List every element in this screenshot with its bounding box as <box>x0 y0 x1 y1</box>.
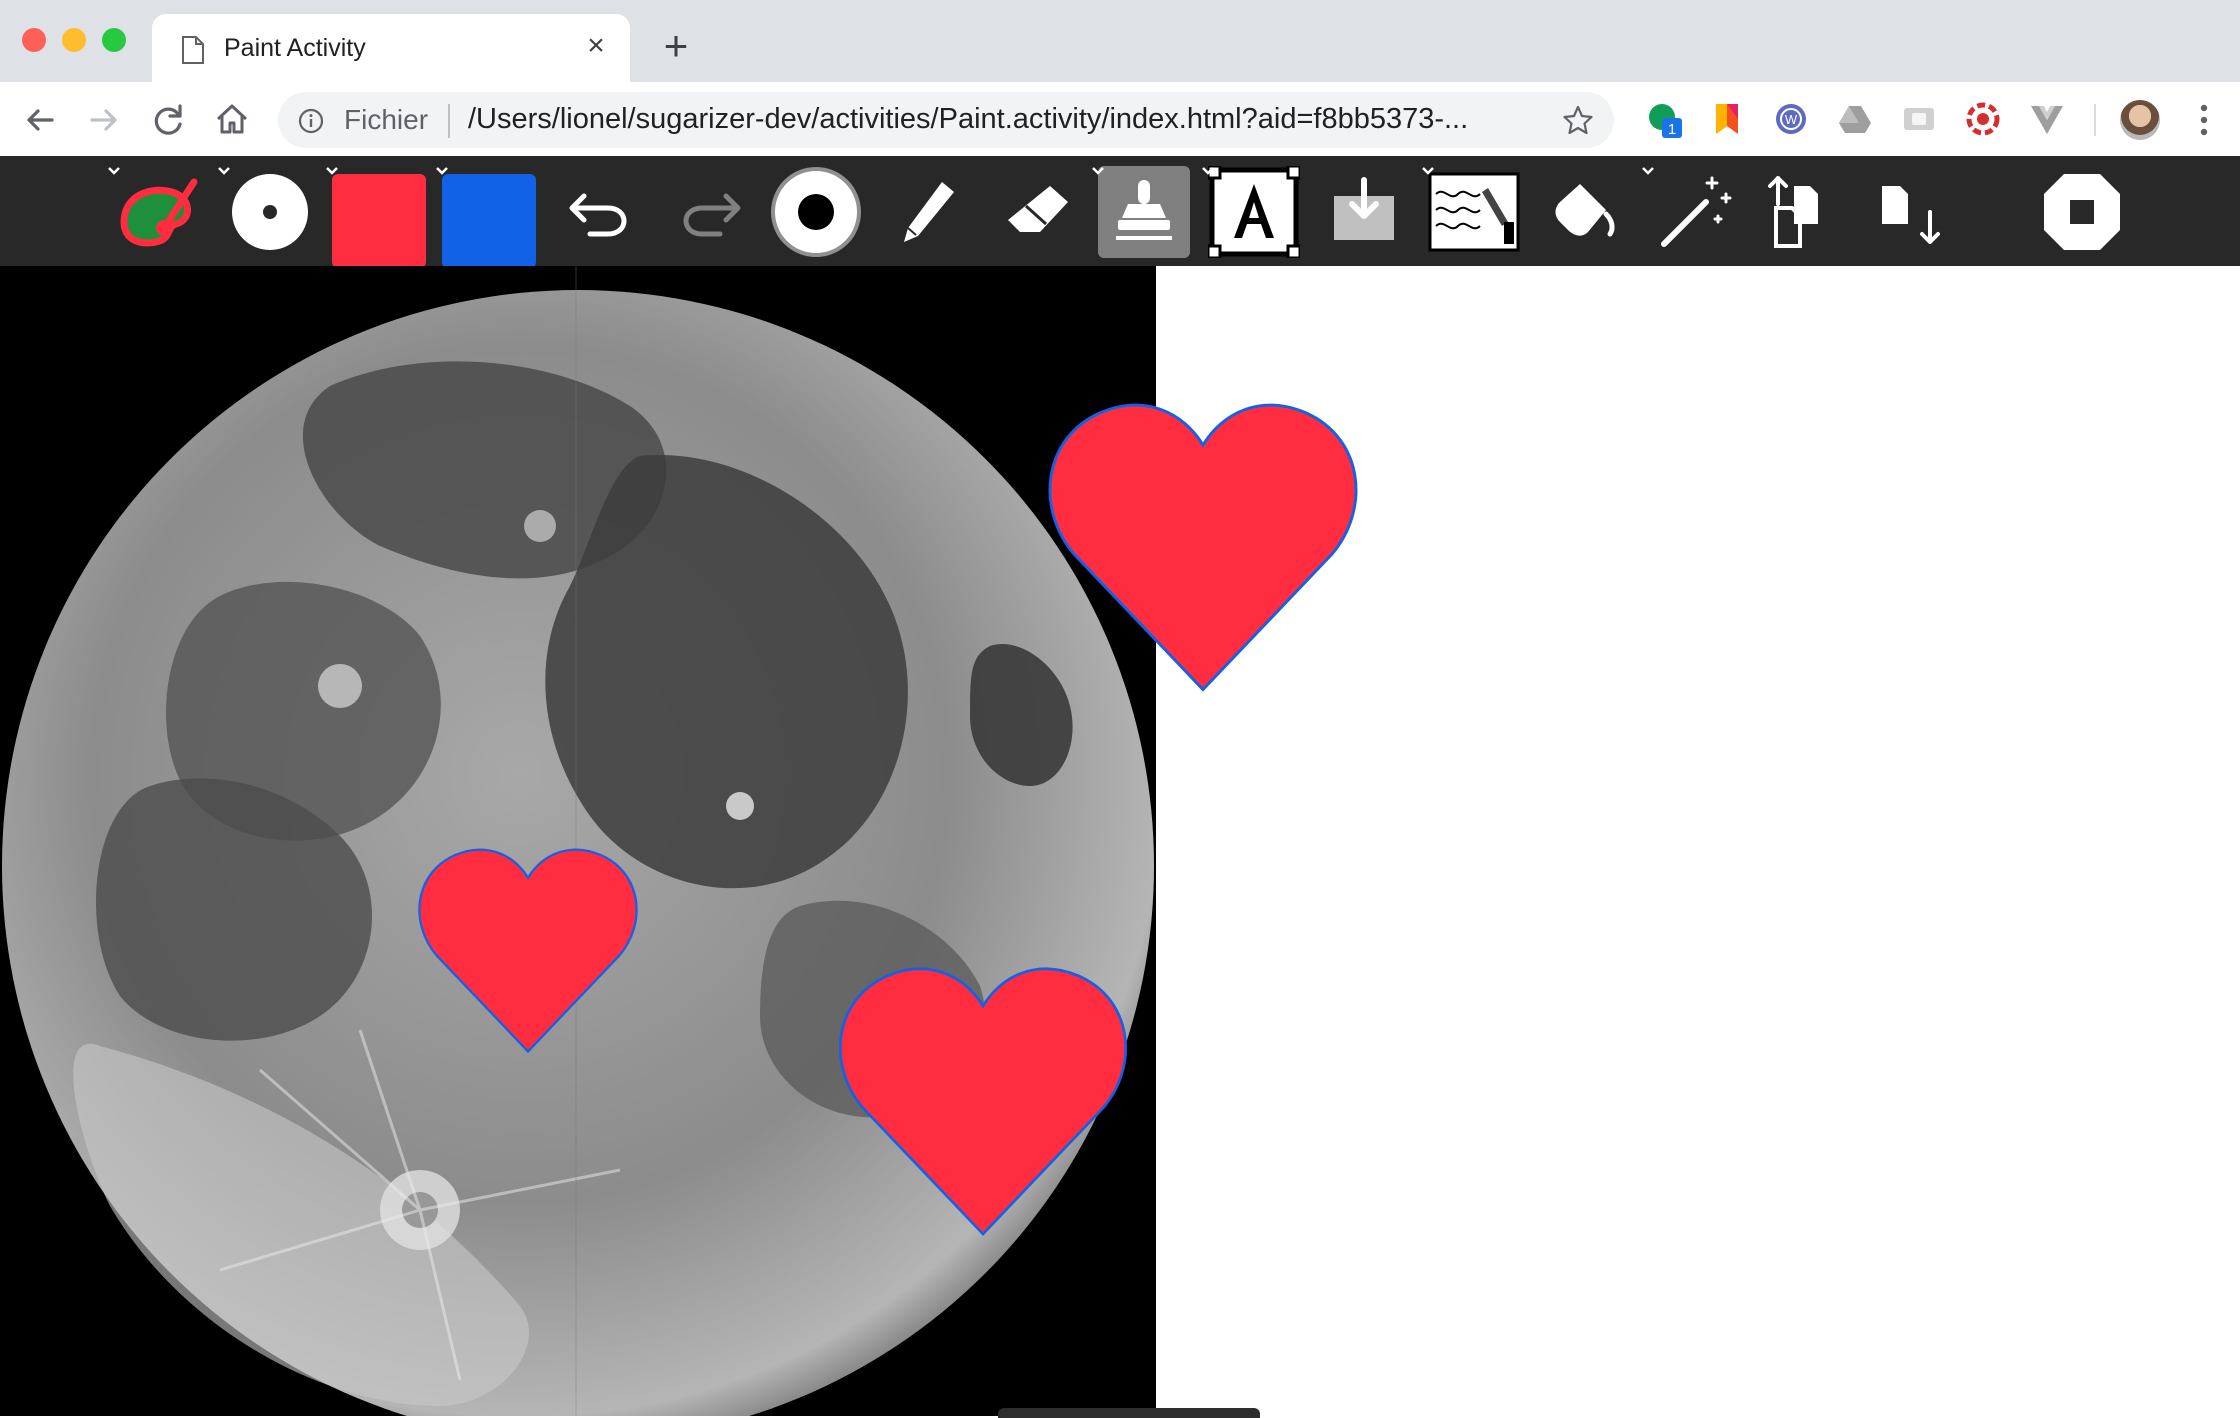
paste-icon <box>1882 186 1940 244</box>
fill-color-button[interactable] <box>326 166 426 268</box>
insert-image-button[interactable] <box>1318 166 1410 258</box>
filters-button[interactable] <box>1422 166 1520 258</box>
effects-icon <box>1661 176 1732 247</box>
new-tab-button[interactable]: + <box>656 25 696 67</box>
chevron-down-icon <box>1422 167 1434 175</box>
stop-button[interactable] <box>2036 166 2128 258</box>
heart-stamp[interactable] <box>1040 400 1366 696</box>
url-text[interactable]: /Users/lionel/sugarizer-dev/activities/P… <box>468 103 1468 136</box>
profile-avatar[interactable] <box>2120 100 2160 140</box>
copy-button[interactable] <box>1758 166 1850 258</box>
brush-size-button[interactable] <box>218 166 316 258</box>
back-icon[interactable] <box>18 98 62 142</box>
chevron-down-icon <box>108 167 120 175</box>
redo-icon <box>683 193 741 237</box>
hangouts-icon[interactable]: 1 <box>1644 100 1682 138</box>
home-icon[interactable] <box>210 98 254 142</box>
lastpass-icon[interactable] <box>1964 100 2002 138</box>
eraser-icon <box>1008 186 1068 232</box>
browser-tab[interactable]: Paint Activity × <box>152 14 630 82</box>
moon-image <box>0 266 1156 1416</box>
close-window-button[interactable] <box>22 28 46 52</box>
close-tab-icon[interactable]: × <box>580 30 612 62</box>
chevron-down-icon <box>1202 167 1214 175</box>
omnibox-divider <box>448 104 450 138</box>
bucket-button[interactable] <box>1538 166 1630 258</box>
activity-button[interactable] <box>108 166 206 258</box>
pen-button[interactable] <box>882 166 974 258</box>
document-icon <box>182 36 204 64</box>
bucket-icon <box>1555 184 1615 237</box>
chevron-down-icon <box>218 167 230 175</box>
copy-icon <box>1768 176 1818 248</box>
browser-navbar: Fichier /Users/lionel/sugarizer-dev/acti… <box>0 82 2240 157</box>
browser-titlebar: Paint Activity × + <box>0 0 2240 82</box>
undo-button[interactable] <box>554 166 646 258</box>
maximize-window-button[interactable] <box>102 28 126 52</box>
redo-button[interactable] <box>664 166 756 258</box>
heart-stamp[interactable] <box>412 846 644 1056</box>
text-button[interactable] <box>1202 166 1300 258</box>
text-icon <box>1208 166 1300 258</box>
chevron-down-icon <box>1642 167 1654 175</box>
eraser-button[interactable] <box>992 166 1084 258</box>
drive-icon[interactable] <box>1836 100 1874 138</box>
heart-stamp[interactable] <box>832 964 1134 1240</box>
toolbar-divider <box>2094 104 2096 136</box>
bookmark-star-icon[interactable] <box>1562 104 1594 136</box>
vue-devtools-icon[interactable] <box>2028 100 2066 138</box>
stamp-icon <box>1116 180 1172 240</box>
brush-size-icon <box>232 174 308 250</box>
undo-icon <box>569 193 627 237</box>
web-extension-icon[interactable]: W <box>1772 100 1810 138</box>
paste-button[interactable] <box>1868 166 1960 258</box>
cast-icon[interactable] <box>1900 100 1938 138</box>
stroke-color-button[interactable] <box>436 166 536 268</box>
activity-icon <box>120 178 198 247</box>
size-icon <box>771 167 861 257</box>
scheme-label: Fichier <box>344 104 429 135</box>
fill-color-swatch <box>332 174 426 268</box>
stamp-button[interactable] <box>1092 166 1190 258</box>
activity-toolbar <box>0 156 2240 268</box>
size-button[interactable] <box>770 166 862 258</box>
tab-title: Paint Activity <box>224 34 366 62</box>
chevron-down-icon <box>436 167 448 175</box>
effects-button[interactable] <box>1642 166 1740 258</box>
drawing-canvas[interactable] <box>0 266 2240 1418</box>
bookmark-manager-icon[interactable] <box>1708 100 1746 138</box>
palette-handle[interactable] <box>998 1408 1260 1418</box>
info-icon[interactable] <box>298 108 324 134</box>
filters-icon <box>1428 172 1520 252</box>
reload-icon[interactable] <box>146 98 190 142</box>
svg-text:W: W <box>1785 112 1798 127</box>
forward-icon[interactable] <box>82 98 126 142</box>
extension-badge: 1 <box>1668 121 1676 138</box>
stroke-color-swatch <box>442 174 536 268</box>
pen-icon <box>904 182 954 242</box>
address-bar[interactable]: Fichier /Users/lionel/sugarizer-dev/acti… <box>278 92 1614 148</box>
stop-icon <box>2044 174 2120 250</box>
chevron-down-icon <box>326 167 338 175</box>
more-menu-icon[interactable] <box>2192 100 2216 140</box>
chevron-down-icon <box>1092 167 1104 175</box>
minimize-window-button[interactable] <box>62 28 86 52</box>
insert-image-icon <box>1334 177 1394 240</box>
